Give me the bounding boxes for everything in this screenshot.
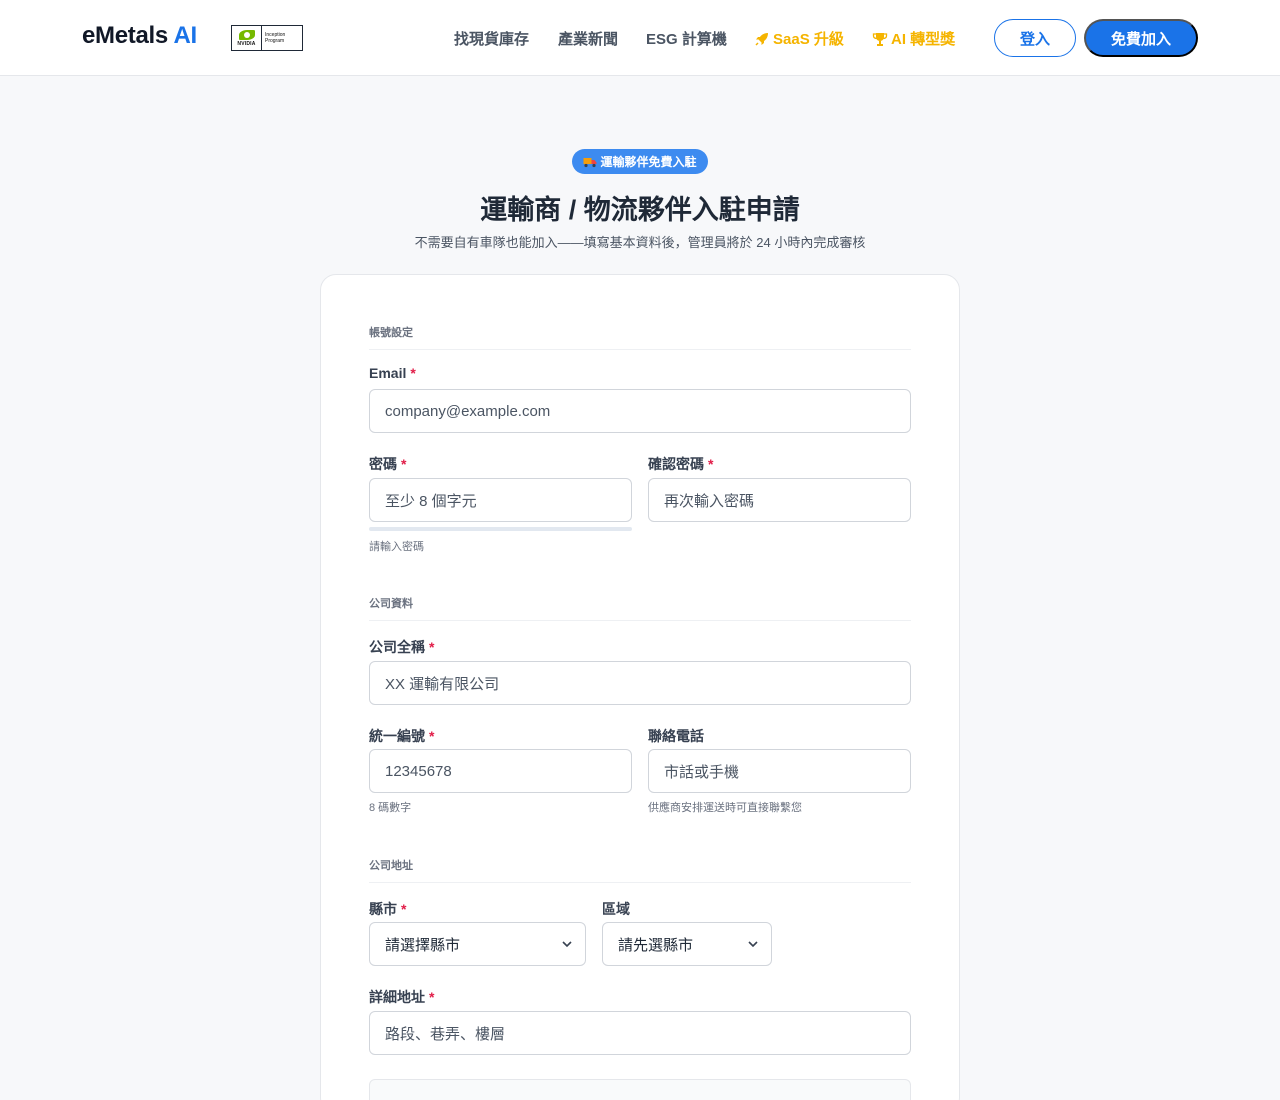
inception-text: Inception Program — [265, 32, 286, 44]
phone-hint: 供應商安排運送時可直接聯繫您 — [648, 802, 802, 814]
required-mark: * — [429, 728, 435, 744]
tax-id-field[interactable]: 12345678 — [369, 749, 632, 793]
confirm-password-field[interactable]: 再次輸入密碼 — [648, 478, 911, 522]
section-account-title: 帳號設定 — [369, 324, 911, 350]
confirm-password-label: 確認密碼 * — [648, 456, 714, 472]
next-field-partial[interactable] — [369, 1079, 911, 1100]
nav-ai-award[interactable]: AI 轉型獎 — [872, 28, 955, 49]
city-select-value: 請選擇縣市 — [385, 936, 461, 954]
nav-inventory[interactable]: 找現貨庫存 — [454, 28, 529, 49]
section-company-title: 公司資料 — [369, 595, 911, 621]
nav-saas-label: SaaS 升級 — [773, 31, 844, 48]
chevron-down-icon — [748, 941, 758, 948]
required-mark: * — [429, 639, 435, 655]
page-title: 運輸商 / 物流夥伴入駐申請 — [480, 195, 800, 225]
nav-esg-calculator[interactable]: ESG 計算機 — [646, 28, 727, 49]
chevron-down-icon — [562, 941, 572, 948]
nvidia-logo-icon: NVIDIA — [232, 26, 262, 50]
phone-field[interactable]: 市話或手機 — [648, 749, 911, 793]
tax-id-hint: 8 碼數字 — [369, 802, 412, 814]
address-detail-field[interactable]: 路段、巷弄、樓層 — [369, 1011, 911, 1055]
nav-news[interactable]: 產業新聞 — [558, 28, 618, 49]
required-mark: * — [401, 456, 407, 472]
city-select[interactable]: 請選擇縣市 — [369, 922, 586, 966]
required-mark: * — [401, 901, 407, 917]
nav-award-label: AI 轉型獎 — [891, 31, 956, 48]
password-hint: 請輸入密碼 — [369, 541, 424, 553]
password-field[interactable]: 至少 8 個字元 — [369, 478, 632, 522]
password-label: 密碼 * — [369, 456, 407, 472]
truck-icon — [583, 157, 597, 167]
company-name-field[interactable]: XX 運輸有限公司 — [369, 661, 911, 705]
brand-ai: AI — [173, 22, 197, 49]
required-mark: * — [429, 989, 435, 1005]
signup-form-card: 帳號設定 Email * company@example.com 密碼 * 至少 8… — [320, 274, 960, 1100]
section-address-title: 公司地址 — [369, 857, 911, 883]
rocket-icon — [755, 32, 768, 46]
company-name-label: 公司全稱 * — [369, 639, 435, 655]
pill-label: 運輸夥伴免費入駐 — [600, 155, 697, 169]
phone-label: 聯絡電話 — [648, 728, 704, 744]
district-label: 區域 — [602, 901, 630, 917]
address-detail-label: 詳細地址 * — [369, 989, 435, 1005]
nav-saas-upgrade[interactable]: SaaS 升級 — [754, 28, 844, 49]
brand-name: eMetals — [82, 22, 168, 49]
district-select[interactable]: 請先選縣市 — [602, 922, 772, 966]
top-navbar: eMetals AI NVIDIA Inception Program 找現貨庫… — [0, 0, 1280, 76]
page-subtitle: 不需要自有車隊也能加入——填寫基本資料後，管理員將於 24 小時內完成審核 — [414, 235, 866, 250]
email-field[interactable]: company@example.com — [369, 389, 911, 433]
brand-logo[interactable]: eMetals AI — [82, 22, 197, 50]
nvidia-inception-badge: NVIDIA Inception Program — [231, 25, 303, 51]
tax-id-label: 統一編號 * — [369, 728, 435, 744]
free-join-button[interactable]: 免費加入 — [1084, 19, 1198, 57]
trophy-icon — [872, 32, 888, 46]
district-select-value: 請先選縣市 — [618, 936, 694, 954]
email-label: Email * — [369, 365, 416, 381]
partner-pill-badge: 運輸夥伴免費入駐 — [572, 149, 708, 174]
city-label: 縣市 * — [369, 901, 407, 917]
login-button[interactable]: 登入 — [994, 19, 1076, 57]
password-strength-bar — [369, 527, 632, 531]
required-mark: * — [708, 456, 714, 472]
required-mark: * — [410, 365, 416, 381]
